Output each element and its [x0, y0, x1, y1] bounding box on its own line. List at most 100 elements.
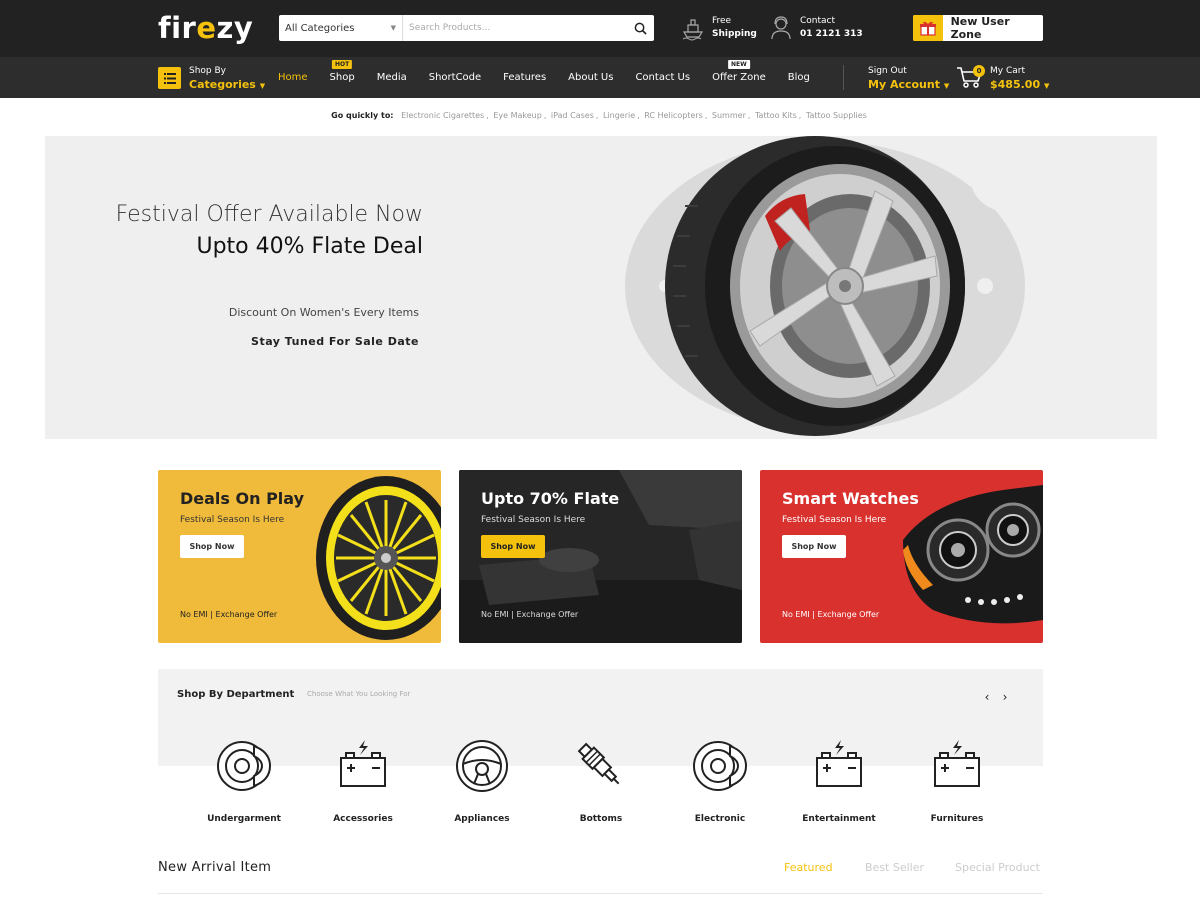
menu-item-media[interactable]: Media: [377, 72, 407, 83]
categories-menu-button[interactable]: [158, 67, 181, 89]
tire-wheel-image: [585, 136, 1045, 439]
shop-now-button[interactable]: Shop Now: [782, 535, 846, 558]
steering-wheel-icon: [456, 740, 508, 792]
menu-label: Home: [278, 72, 308, 83]
chevron-down-icon: ▼: [943, 82, 950, 90]
menu-label: Contact Us: [635, 72, 691, 83]
department-item-bottoms[interactable]: Bottoms: [551, 738, 651, 824]
department-item-undergarment[interactable]: Undergarment: [194, 738, 294, 824]
sign-out-link[interactable]: Sign Out: [868, 65, 949, 78]
department-label: Furnitures: [930, 814, 984, 824]
contact-info: Contact 01 2121 313: [768, 15, 863, 41]
promo-card-deals-on-play[interactable]: Deals On Play Festival Season Is Here Sh…: [158, 470, 441, 643]
logo-text-right: zy: [216, 11, 254, 45]
menu-label: About Us: [568, 72, 614, 83]
quick-links-label: Go quickly to:: [331, 111, 394, 120]
hero-description: Discount On Women's Every Items: [228, 306, 419, 319]
search-category-select[interactable]: All Categories ▼: [279, 15, 403, 41]
department-label: Electronic: [694, 814, 746, 824]
main-menu: Home HOT Shop Media ShortCode Features Ab…: [278, 57, 832, 98]
main-navbar: Shop By Categories ▼ Home HOT Shop Media …: [0, 57, 1200, 98]
quick-link[interactable]: Lingerie: [603, 111, 635, 120]
free-shipping-info: Free Shipping: [680, 15, 757, 41]
quick-link[interactable]: Eye Makeup: [493, 111, 541, 120]
new-user-zone-button[interactable]: New User Zone: [913, 15, 1043, 41]
quick-link[interactable]: Tattoo Supplies: [806, 111, 867, 120]
department-item-accessories[interactable]: Accessories: [313, 738, 413, 824]
hero-cta-text: Stay Tuned For Sale Date: [251, 335, 419, 348]
chevron-down-icon: ▼: [390, 24, 396, 32]
top-header: firezy All Categories ▼ Free Shipping Con…: [0, 0, 1200, 57]
department-item-furnitures[interactable]: Furnitures: [907, 738, 1007, 824]
menu-item-offer-zone[interactable]: NEW Offer Zone: [712, 60, 766, 83]
promo-subtitle: Festival Season Is Here: [180, 515, 285, 525]
quick-link[interactable]: Summer: [712, 111, 746, 120]
promo-title: Smart Watches: [782, 489, 919, 508]
categories-label-small: Shop By: [189, 66, 226, 76]
promo-card-smart-watches[interactable]: Smart Watches Festival Season Is Here Sh…: [760, 470, 1043, 643]
chevron-right-icon: ›: [1002, 690, 1008, 704]
shop-now-button[interactable]: Shop Now: [180, 535, 244, 558]
tab-best-seller[interactable]: Best Seller: [865, 861, 924, 874]
support-agent-icon: [771, 16, 791, 40]
new-badge: NEW: [728, 60, 750, 69]
my-cart-label: My Cart: [990, 66, 1025, 76]
quick-link[interactable]: Tattoo Kits: [755, 111, 797, 120]
promo-footer: No EMI | Exchange Offer: [481, 610, 579, 619]
new-user-zone-label: New User Zone: [950, 15, 1010, 41]
promo-title: Deals On Play: [180, 489, 305, 508]
shipping-value: Shipping: [712, 29, 757, 39]
promo-card-upto-70[interactable]: Upto 70% Flate Festival Season Is Here S…: [459, 470, 742, 643]
promo-footer: No EMI | Exchange Offer: [782, 610, 880, 619]
carousel-next-button[interactable]: ›: [998, 690, 1012, 704]
tab-special-product[interactable]: Special Product: [955, 861, 1040, 874]
search-icon: [634, 22, 647, 35]
menu-label: Features: [503, 72, 547, 83]
menu-item-blog[interactable]: Blog: [788, 72, 810, 83]
my-account-dropdown[interactable]: Sign Out My Account ▼: [868, 65, 949, 93]
department-label: Bottoms: [579, 814, 623, 824]
hero-banner[interactable]: Festival Offer Available Now Upto 40% Fl…: [45, 136, 1157, 439]
menu-label: Offer Zone: [712, 72, 766, 83]
menu-label: ShortCode: [428, 72, 482, 83]
quick-link[interactable]: iPad Cases: [551, 111, 594, 120]
menu-label: Shop: [329, 72, 355, 83]
hero-headline: Festival Offer Available Now: [115, 202, 423, 227]
department-item-electronic[interactable]: Electronic: [670, 738, 770, 824]
logo-text-left: fir: [158, 11, 197, 45]
tab-featured[interactable]: Featured: [784, 861, 833, 874]
shop-now-button[interactable]: Shop Now: [481, 535, 545, 558]
carousel-prev-button[interactable]: ‹: [980, 690, 994, 704]
categories-label: Categories: [189, 78, 256, 91]
logo-flame-letter: e: [196, 11, 217, 45]
department-item-entertainment[interactable]: Entertainment: [789, 738, 889, 824]
search-button[interactable]: [626, 15, 654, 41]
hero-deal: Upto 40% Flate Deal: [196, 234, 423, 259]
menu-item-home[interactable]: Home: [278, 72, 308, 83]
my-cart-dropdown[interactable]: My Cart $485.00 ▼: [990, 65, 1049, 93]
logo[interactable]: firezy: [158, 11, 253, 45]
new-arrival-title: New Arrival Item: [158, 860, 272, 875]
contact-label: Contact: [800, 16, 836, 26]
menu-item-shop[interactable]: HOT Shop: [329, 60, 355, 83]
promo-subtitle: Festival Season Is Here: [481, 515, 586, 525]
department-item-appliances[interactable]: Appliances: [432, 738, 532, 824]
search-category-label: All Categories: [285, 22, 355, 34]
menu-item-features[interactable]: Features: [503, 72, 546, 83]
department-label: Appliances: [454, 814, 510, 824]
hot-badge: HOT: [332, 60, 353, 69]
department-label: Entertainment: [802, 814, 876, 824]
quick-link[interactable]: Electronic Cigarettes: [401, 111, 484, 120]
list-icon: [163, 72, 176, 84]
menu-item-shortcode[interactable]: ShortCode: [429, 72, 481, 83]
menu-label: Media: [376, 72, 407, 83]
categories-dropdown[interactable]: Shop By Categories ▼: [189, 65, 265, 93]
car-battery-icon: [340, 740, 386, 787]
search-input[interactable]: [403, 15, 626, 41]
quick-link[interactable]: RC Helicopters: [644, 111, 703, 120]
cart-count-badge: 0: [973, 65, 985, 77]
menu-item-about-us[interactable]: About Us: [568, 72, 613, 83]
department-title: Shop By Department: [177, 689, 295, 700]
department-subtitle: Choose What You Looking For: [307, 690, 411, 698]
menu-item-contact-us[interactable]: Contact Us: [635, 72, 690, 83]
